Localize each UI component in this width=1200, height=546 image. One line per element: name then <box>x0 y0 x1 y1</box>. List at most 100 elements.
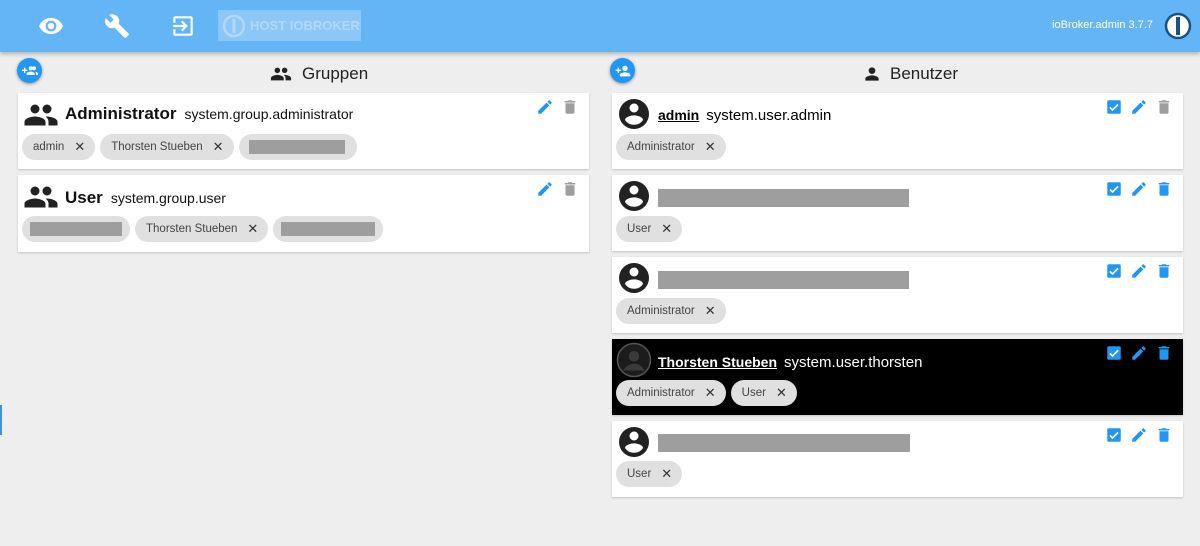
add-group-icon <box>21 65 38 75</box>
redacted-label <box>248 140 345 154</box>
edit-icon[interactable] <box>1130 344 1148 362</box>
group-icon <box>270 67 292 81</box>
chip-label: User <box>741 387 766 399</box>
edit-icon[interactable] <box>1130 180 1148 198</box>
account-circle-icon <box>619 263 649 293</box>
redacted-label <box>30 222 122 236</box>
group-id: system.group.administrator <box>184 106 354 122</box>
delete-icon[interactable] <box>1155 98 1173 116</box>
host-selector-button[interactable]: HOST IOBROKER <box>218 10 361 41</box>
group-name-text: Administrator <box>65 104 177 123</box>
group-chip: User ✕ <box>616 461 683 487</box>
member-chip: admin ✕ <box>22 134 96 160</box>
account-circle-icon <box>619 181 649 211</box>
left-edge-indicator <box>0 405 2 435</box>
enabled-checkbox[interactable] <box>1105 344 1123 362</box>
user-groups: Administrator ✕ User ✕ <box>616 380 797 406</box>
delete-icon[interactable] <box>561 98 579 116</box>
enabled-checkbox[interactable] <box>1105 426 1123 444</box>
user-id: system.user.thorsten <box>784 354 923 371</box>
host-label: HOST IOBROKER <box>250 18 360 33</box>
user-card: Administrator ✕ <box>612 257 1183 333</box>
group-name-text: User <box>65 188 103 207</box>
enabled-checkbox[interactable] <box>1105 98 1123 116</box>
user-card-selected: Thorsten Stueben system.user.thorsten Adm… <box>612 339 1183 415</box>
group-name: Administrator system.group.administrator <box>65 104 353 124</box>
top-app-bar: HOST IOBROKER ioBroker.admin 3.7.7 <box>0 0 1200 52</box>
group-id: system.group.user <box>110 190 226 206</box>
groups-heading: Gruppen <box>270 62 368 86</box>
remove-chip-icon[interactable]: ✕ <box>661 221 672 237</box>
group-icon <box>24 186 58 208</box>
chip-label: admin <box>33 141 65 153</box>
delete-icon[interactable] <box>1155 262 1173 280</box>
group-chip: Administrator ✕ <box>616 380 726 406</box>
remove-chip-icon[interactable]: ✕ <box>705 385 716 401</box>
member-chip-redacted <box>22 216 130 242</box>
user-groups: Administrator ✕ <box>616 134 726 160</box>
user-id: system.user.admin <box>706 107 832 124</box>
user-card: User ✕ <box>612 421 1183 497</box>
user-groups: Administrator ✕ <box>616 298 726 324</box>
chip-label: Thorsten Stueben <box>146 223 238 235</box>
account-circle-icon <box>619 99 649 129</box>
iobroker-logo-icon <box>1164 12 1192 40</box>
remove-chip-icon[interactable]: ✕ <box>74 139 85 155</box>
remove-chip-icon[interactable]: ✕ <box>247 221 258 237</box>
delete-icon[interactable] <box>1155 344 1173 362</box>
remove-chip-icon[interactable]: ✕ <box>705 303 716 319</box>
groups-title: Gruppen <box>302 64 369 83</box>
users-heading: Benutzer <box>864 62 958 86</box>
user-name-link[interactable]: admin <box>658 107 699 123</box>
version-label: ioBroker.admin 3.7.7 <box>1052 19 1153 31</box>
group-chip: User ✕ <box>616 216 683 242</box>
enabled-checkbox[interactable] <box>1105 262 1123 280</box>
group-card: Administrator system.group.administrator … <box>18 93 589 169</box>
chip-label: User <box>627 468 652 480</box>
group-chip: Administrator ✕ <box>616 134 726 160</box>
member-chip-redacted <box>238 134 357 160</box>
user-name-link[interactable]: Thorsten Stueben <box>658 354 777 370</box>
edit-icon[interactable] <box>536 180 554 198</box>
group-icon <box>24 104 58 126</box>
member-chip-redacted <box>273 216 384 242</box>
account-circle-icon <box>619 427 649 457</box>
users-title: Benutzer <box>890 64 959 83</box>
chip-label: User <box>627 223 652 235</box>
enabled-checkbox[interactable] <box>1105 180 1123 198</box>
user-groups: User ✕ <box>616 216 683 242</box>
edit-icon[interactable] <box>1130 426 1148 444</box>
group-members: Thorsten Stueben ✕ <box>22 216 384 242</box>
redacted-label <box>281 222 376 236</box>
redacted-user-title <box>658 434 910 452</box>
delete-icon[interactable] <box>561 180 579 198</box>
redacted-user-title <box>658 271 909 289</box>
add-user-icon <box>615 65 630 76</box>
add-user-button[interactable] <box>610 58 635 83</box>
add-group-button[interactable] <box>17 58 42 83</box>
redacted-user-title <box>658 189 909 207</box>
group-members: admin ✕ Thorsten Stueben ✕ <box>22 134 357 160</box>
edit-icon[interactable] <box>1130 98 1148 116</box>
remove-chip-icon[interactable]: ✕ <box>705 139 716 155</box>
person-icon <box>865 67 879 81</box>
user-avatar-photo <box>616 342 652 378</box>
delete-icon[interactable] <box>1155 180 1173 198</box>
group-card: User system.group.user Thorsten Stueben ✕ <box>18 175 589 252</box>
edit-icon[interactable] <box>1130 262 1148 280</box>
iobroker-logo-icon <box>222 14 246 37</box>
eye-icon[interactable] <box>38 13 64 39</box>
delete-icon[interactable] <box>1155 426 1173 444</box>
chip-label: Administrator <box>627 305 695 317</box>
remove-chip-icon[interactable]: ✕ <box>213 139 224 155</box>
group-name: User system.group.user <box>65 188 226 208</box>
logout-icon[interactable] <box>170 13 196 39</box>
wrench-icon[interactable] <box>104 13 130 39</box>
user-title: Thorsten Stueben system.user.thorsten <box>658 354 922 371</box>
user-card: User ✕ <box>612 175 1183 251</box>
group-chip: User ✕ <box>730 380 797 406</box>
edit-icon[interactable] <box>536 98 554 116</box>
remove-chip-icon[interactable]: ✕ <box>661 466 672 482</box>
remove-chip-icon[interactable]: ✕ <box>776 385 787 401</box>
member-chip: Thorsten Stueben ✕ <box>135 216 269 242</box>
